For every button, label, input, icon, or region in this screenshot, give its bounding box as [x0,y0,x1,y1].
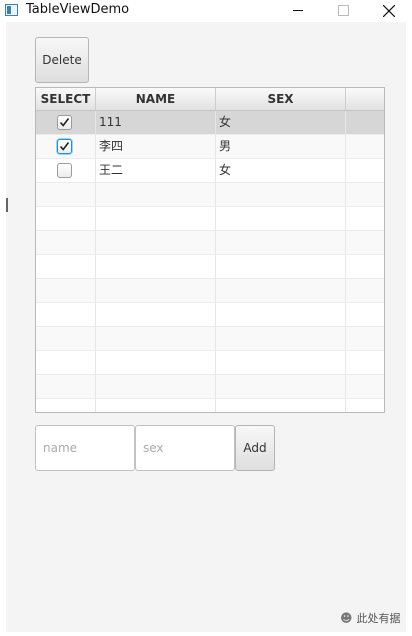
empty-table-row [36,303,384,327]
name-input[interactable] [35,425,135,471]
sex-input[interactable] [135,425,235,471]
select-cell [36,135,96,158]
select-cell [36,111,96,134]
watermark-text: 此处有据 [356,612,401,625]
empty-cell [96,231,216,254]
checkmark-icon [59,142,70,151]
watermark: ☻ 此处有据 [340,610,401,626]
sex-cell: 男 [216,135,346,158]
empty-cell [216,327,346,350]
empty-cell [346,303,384,326]
empty-cell [346,327,384,350]
empty-cell [36,303,96,326]
empty-cell [216,303,346,326]
empty-cell [36,327,96,350]
empty-table-row [36,399,384,412]
empty-cell [96,255,216,278]
minimize-button[interactable] [276,0,320,22]
sex-cell: 女 [216,111,346,134]
name-cell: 李四 [96,135,216,158]
resize-edge [6,198,8,212]
filler-cell [346,111,384,134]
empty-cell [346,279,384,302]
empty-table-row [36,183,384,207]
filler-cell [346,135,384,158]
table-row[interactable]: 111 女 [36,111,384,135]
empty-cell [96,351,216,374]
empty-cell [346,399,384,412]
empty-cell [216,207,346,230]
empty-cell [346,351,384,374]
empty-cell [96,327,216,350]
empty-cell [36,375,96,398]
filler-cell [346,159,384,182]
empty-cell [346,183,384,206]
empty-cell [96,399,216,412]
table-body: 111 女李四男王二女 [36,111,384,412]
name-cell: 111 [96,111,216,134]
empty-cell [216,375,346,398]
column-header-select[interactable]: SELECT [36,88,96,110]
table-view[interactable]: SELECT NAME SEX 111 女李四男王二女 [35,87,385,413]
empty-cell [216,279,346,302]
column-header-name[interactable]: NAME [96,88,216,110]
empty-cell [96,183,216,206]
name-cell: 王二 [96,159,216,182]
empty-cell [346,255,384,278]
empty-table-row [36,255,384,279]
empty-cell [96,303,216,326]
empty-table-row [36,375,384,399]
close-button[interactable] [366,0,410,22]
add-button[interactable]: Add [235,425,275,471]
checkmark-icon [59,118,70,127]
row-checkbox[interactable] [57,163,72,178]
title-bar: TableViewDemo [0,0,412,22]
empty-cell [96,279,216,302]
empty-cell [216,351,346,374]
empty-cell [216,255,346,278]
sex-cell: 女 [216,159,346,182]
app-icon [5,4,18,16]
empty-cell [96,207,216,230]
empty-cell [216,231,346,254]
empty-cell [36,399,96,412]
table-row[interactable]: 王二女 [36,159,384,183]
column-header-sex[interactable]: SEX [216,88,346,110]
empty-cell [36,351,96,374]
row-checkbox[interactable] [57,115,72,130]
empty-cell [36,255,96,278]
empty-cell [96,375,216,398]
window-content: Delete SELECT NAME SEX 111女李四男王二女 Add ☻ … [6,22,406,632]
empty-cell [216,183,346,206]
column-header-filler [346,88,384,110]
empty-cell [36,183,96,206]
delete-button[interactable]: Delete [35,37,89,83]
empty-cell [346,375,384,398]
empty-cell [346,231,384,254]
chat-icon: ☻ [340,611,353,625]
select-cell [36,159,96,182]
row-checkbox[interactable] [57,139,72,154]
empty-table-row [36,207,384,231]
table-row[interactable]: 李四男 [36,135,384,159]
maximize-button[interactable] [321,0,365,22]
empty-table-row [36,231,384,255]
empty-cell [36,207,96,230]
table-header: SELECT NAME SEX [36,88,384,111]
empty-cell [346,207,384,230]
window-title: TableViewDemo [26,2,130,17]
empty-cell [36,231,96,254]
empty-table-row [36,327,384,351]
empty-table-row [36,351,384,375]
close-icon [383,5,395,17]
empty-cell [36,279,96,302]
empty-cell [216,399,346,412]
empty-table-row [36,279,384,303]
